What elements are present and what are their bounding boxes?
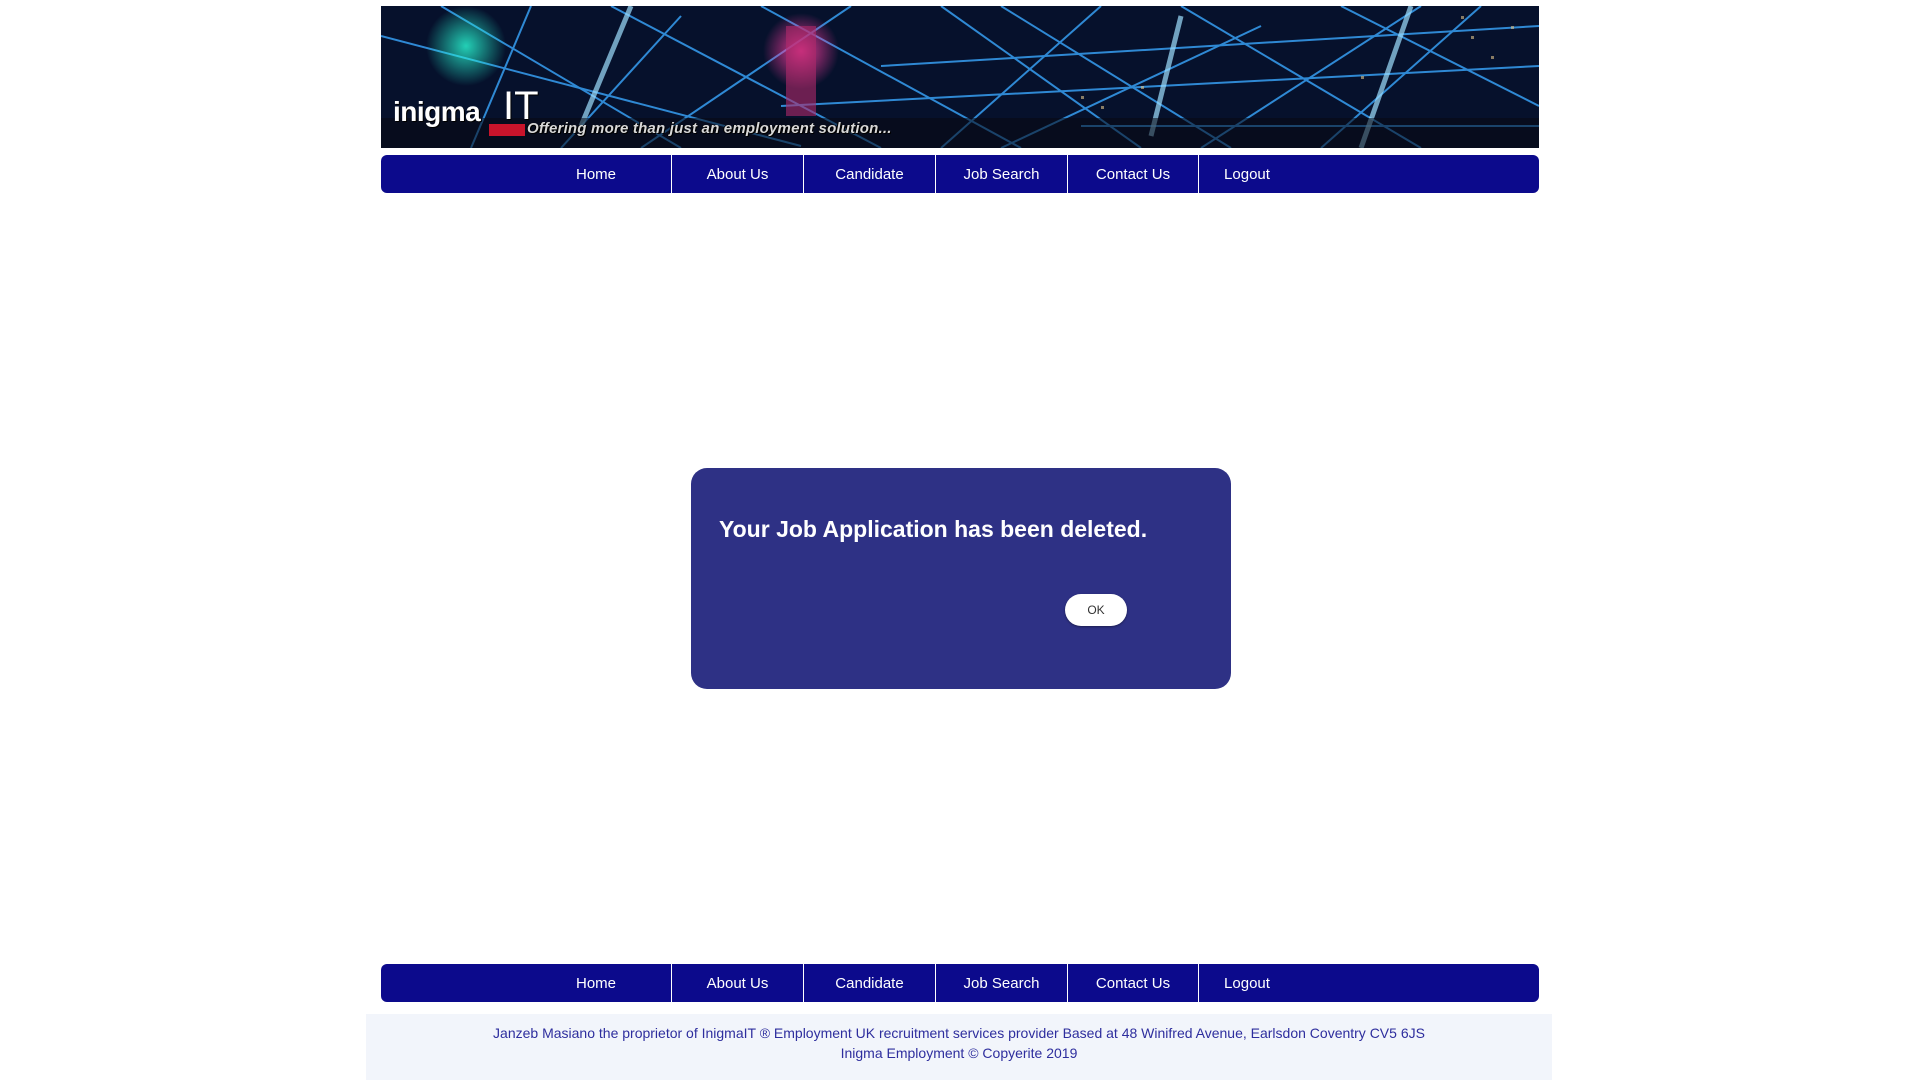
nav-about-us[interactable]: About Us bbox=[671, 155, 803, 193]
site-tagline: Offering more than just an employment so… bbox=[527, 120, 892, 137]
nav-job-search[interactable]: Job Search bbox=[935, 155, 1067, 193]
bottom-nav: Home About Us Candidate Job Search Conta… bbox=[381, 964, 1539, 1002]
logo-text: inigma bbox=[393, 96, 481, 127]
header-banner: inigma IT Offering more than just an emp… bbox=[381, 6, 1539, 148]
footer-address: Janzeb Masiano the proprietor of InigmaI… bbox=[493, 1025, 1425, 1041]
nav-candidate[interactable]: Candidate bbox=[803, 964, 935, 1002]
page-footer: Janzeb Masiano the proprietor of InigmaI… bbox=[366, 1014, 1552, 1080]
nav-logout[interactable]: Logout bbox=[1198, 155, 1295, 193]
nav-contact-us[interactable]: Contact Us bbox=[1067, 964, 1198, 1002]
nav-contact-us[interactable]: Contact Us bbox=[1067, 155, 1198, 193]
nav-job-search[interactable]: Job Search bbox=[935, 964, 1067, 1002]
ok-button[interactable]: OK bbox=[1065, 594, 1127, 626]
nav-about-us[interactable]: About Us bbox=[671, 964, 803, 1002]
dialog-message: Your Job Application has been deleted. bbox=[719, 516, 1148, 542]
confirmation-dialog: Your Job Application has been deleted. O… bbox=[691, 468, 1231, 689]
nav-candidate[interactable]: Candidate bbox=[803, 155, 935, 193]
footer-copyright: Inigma Employment © Copyerite 2019 bbox=[840, 1045, 1078, 1061]
nav-home[interactable]: Home bbox=[521, 964, 671, 1002]
nav-logout[interactable]: Logout bbox=[1198, 964, 1295, 1002]
nav-home[interactable]: Home bbox=[521, 155, 671, 193]
top-nav: Home About Us Candidate Job Search Conta… bbox=[381, 155, 1539, 193]
site-logo[interactable]: inigma IT bbox=[391, 84, 539, 138]
